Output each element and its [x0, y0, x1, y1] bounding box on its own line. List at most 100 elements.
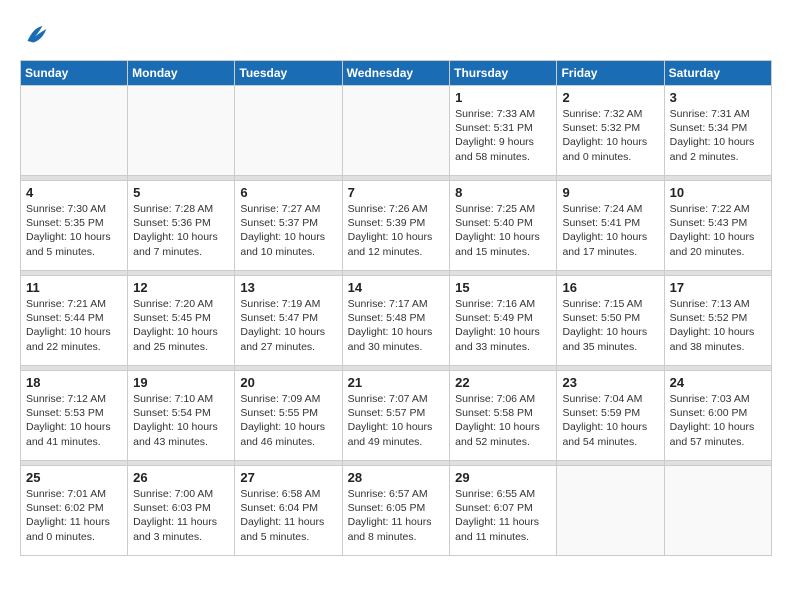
day-detail: Sunrise: 7:06 AM Sunset: 5:58 PM Dayligh… — [455, 392, 551, 449]
day-detail: Sunrise: 7:25 AM Sunset: 5:40 PM Dayligh… — [455, 202, 551, 259]
day-number: 5 — [133, 185, 229, 200]
day-detail: Sunrise: 7:12 AM Sunset: 5:53 PM Dayligh… — [26, 392, 122, 449]
day-number: 6 — [240, 185, 336, 200]
day-detail: Sunrise: 7:22 AM Sunset: 5:43 PM Dayligh… — [670, 202, 766, 259]
calendar-week-row: 4 Sunrise: 7:30 AM Sunset: 5:35 PM Daylig… — [21, 181, 772, 271]
day-number: 21 — [348, 375, 445, 390]
calendar-day-cell: 9 Sunrise: 7:24 AM Sunset: 5:41 PM Daylig… — [557, 181, 664, 271]
day-detail: Sunrise: 7:09 AM Sunset: 5:55 PM Dayligh… — [240, 392, 336, 449]
day-number: 4 — [26, 185, 122, 200]
day-detail: Sunrise: 7:16 AM Sunset: 5:49 PM Dayligh… — [455, 297, 551, 354]
day-detail: Sunrise: 7:04 AM Sunset: 5:59 PM Dayligh… — [562, 392, 658, 449]
day-number: 13 — [240, 280, 336, 295]
day-number: 19 — [133, 375, 229, 390]
day-number: 2 — [562, 90, 658, 105]
calendar-day-cell — [557, 466, 664, 556]
logo-bird-icon — [20, 20, 50, 50]
calendar-day-cell: 8 Sunrise: 7:25 AM Sunset: 5:40 PM Daylig… — [450, 181, 557, 271]
day-of-week-header: Sunday — [21, 61, 128, 86]
day-detail: Sunrise: 7:20 AM Sunset: 5:45 PM Dayligh… — [133, 297, 229, 354]
day-number: 17 — [670, 280, 766, 295]
calendar-day-cell: 23 Sunrise: 7:04 AM Sunset: 5:59 PM Dayli… — [557, 371, 664, 461]
calendar-day-cell: 6 Sunrise: 7:27 AM Sunset: 5:37 PM Daylig… — [235, 181, 342, 271]
day-detail: Sunrise: 6:55 AM Sunset: 6:07 PM Dayligh… — [455, 487, 551, 544]
day-detail: Sunrise: 7:27 AM Sunset: 5:37 PM Dayligh… — [240, 202, 336, 259]
day-detail: Sunrise: 7:07 AM Sunset: 5:57 PM Dayligh… — [348, 392, 445, 449]
calendar-day-cell — [342, 86, 450, 176]
calendar-day-cell: 25 Sunrise: 7:01 AM Sunset: 6:02 PM Dayli… — [21, 466, 128, 556]
day-detail: Sunrise: 7:28 AM Sunset: 5:36 PM Dayligh… — [133, 202, 229, 259]
day-detail: Sunrise: 7:15 AM Sunset: 5:50 PM Dayligh… — [562, 297, 658, 354]
calendar-day-cell: 3 Sunrise: 7:31 AM Sunset: 5:34 PM Daylig… — [664, 86, 771, 176]
calendar-day-cell: 20 Sunrise: 7:09 AM Sunset: 5:55 PM Dayli… — [235, 371, 342, 461]
calendar-week-row: 25 Sunrise: 7:01 AM Sunset: 6:02 PM Dayli… — [21, 466, 772, 556]
day-number: 8 — [455, 185, 551, 200]
day-of-week-header: Tuesday — [235, 61, 342, 86]
day-number: 26 — [133, 470, 229, 485]
day-detail: Sunrise: 7:26 AM Sunset: 5:39 PM Dayligh… — [348, 202, 445, 259]
day-number: 18 — [26, 375, 122, 390]
calendar-day-cell: 14 Sunrise: 7:17 AM Sunset: 5:48 PM Dayli… — [342, 276, 450, 366]
day-of-week-header: Wednesday — [342, 61, 450, 86]
calendar-day-cell: 1 Sunrise: 7:33 AM Sunset: 5:31 PM Daylig… — [450, 86, 557, 176]
day-number: 3 — [670, 90, 766, 105]
calendar-day-cell: 13Sunrise: 7:19 AM Sunset: 5:47 PM Dayli… — [235, 276, 342, 366]
day-detail: Sunrise: 6:58 AM Sunset: 6:04 PM Dayligh… — [240, 487, 336, 544]
day-number: 9 — [562, 185, 658, 200]
day-number: 1 — [455, 90, 551, 105]
calendar-day-cell: 22 Sunrise: 7:06 AM Sunset: 5:58 PM Dayli… — [450, 371, 557, 461]
calendar-week-row: 11 Sunrise: 7:21 AM Sunset: 5:44 PM Dayli… — [21, 276, 772, 366]
day-detail: Sunrise: 7:03 AM Sunset: 6:00 PM Dayligh… — [670, 392, 766, 449]
day-number: 15 — [455, 280, 551, 295]
day-number: 23 — [562, 375, 658, 390]
day-detail: Sunrise: 7:33 AM Sunset: 5:31 PM Dayligh… — [455, 107, 551, 164]
calendar-day-cell: 15 Sunrise: 7:16 AM Sunset: 5:49 PM Dayli… — [450, 276, 557, 366]
calendar-day-cell — [128, 86, 235, 176]
calendar-day-cell: 29 Sunrise: 6:55 AM Sunset: 6:07 PM Dayli… — [450, 466, 557, 556]
logo — [20, 20, 54, 50]
calendar-header-row: SundayMondayTuesdayWednesdayThursdayFrid… — [21, 61, 772, 86]
calendar-day-cell — [235, 86, 342, 176]
calendar-week-row: 1 Sunrise: 7:33 AM Sunset: 5:31 PM Daylig… — [21, 86, 772, 176]
day-of-week-header: Saturday — [664, 61, 771, 86]
day-number: 29 — [455, 470, 551, 485]
calendar-day-cell: 5 Sunrise: 7:28 AM Sunset: 5:36 PM Daylig… — [128, 181, 235, 271]
calendar-day-cell: 24Sunrise: 7:03 AM Sunset: 6:00 PM Dayli… — [664, 371, 771, 461]
day-number: 14 — [348, 280, 445, 295]
day-detail: Sunrise: 7:30 AM Sunset: 5:35 PM Dayligh… — [26, 202, 122, 259]
calendar-day-cell: 7 Sunrise: 7:26 AM Sunset: 5:39 PM Daylig… — [342, 181, 450, 271]
day-number: 11 — [26, 280, 122, 295]
calendar-week-row: 18 Sunrise: 7:12 AM Sunset: 5:53 PM Dayli… — [21, 371, 772, 461]
day-number: 27 — [240, 470, 336, 485]
calendar-day-cell: 18 Sunrise: 7:12 AM Sunset: 5:53 PM Dayli… — [21, 371, 128, 461]
day-detail: Sunrise: 7:10 AM Sunset: 5:54 PM Dayligh… — [133, 392, 229, 449]
day-number: 12 — [133, 280, 229, 295]
calendar-day-cell: 17 Sunrise: 7:13 AM Sunset: 5:52 PM Dayli… — [664, 276, 771, 366]
day-number: 16 — [562, 280, 658, 295]
calendar-day-cell: 2 Sunrise: 7:32 AM Sunset: 5:32 PM Daylig… — [557, 86, 664, 176]
day-detail: Sunrise: 7:00 AM Sunset: 6:03 PM Dayligh… — [133, 487, 229, 544]
day-detail: Sunrise: 7:13 AM Sunset: 5:52 PM Dayligh… — [670, 297, 766, 354]
day-number: 7 — [348, 185, 445, 200]
calendar-day-cell: 11 Sunrise: 7:21 AM Sunset: 5:44 PM Dayli… — [21, 276, 128, 366]
day-number: 20 — [240, 375, 336, 390]
day-detail: Sunrise: 6:57 AM Sunset: 6:05 PM Dayligh… — [348, 487, 445, 544]
day-number: 10 — [670, 185, 766, 200]
day-number: 28 — [348, 470, 445, 485]
calendar-day-cell: 21 Sunrise: 7:07 AM Sunset: 5:57 PM Dayli… — [342, 371, 450, 461]
calendar-day-cell: 16 Sunrise: 7:15 AM Sunset: 5:50 PM Dayli… — [557, 276, 664, 366]
calendar-day-cell: 19 Sunrise: 7:10 AM Sunset: 5:54 PM Dayli… — [128, 371, 235, 461]
day-number: 22 — [455, 375, 551, 390]
day-detail: Sunrise: 7:31 AM Sunset: 5:34 PM Dayligh… — [670, 107, 766, 164]
calendar-day-cell: 27 Sunrise: 6:58 AM Sunset: 6:04 PM Dayli… — [235, 466, 342, 556]
calendar-day-cell: 10 Sunrise: 7:22 AM Sunset: 5:43 PM Dayli… — [664, 181, 771, 271]
day-detail: Sunrise: 7:21 AM Sunset: 5:44 PM Dayligh… — [26, 297, 122, 354]
day-detail: Sunrise: 7:01 AM Sunset: 6:02 PM Dayligh… — [26, 487, 122, 544]
day-number: 25 — [26, 470, 122, 485]
day-detail: Sunrise: 7:17 AM Sunset: 5:48 PM Dayligh… — [348, 297, 445, 354]
day-detail: Sunrise: 7:24 AM Sunset: 5:41 PM Dayligh… — [562, 202, 658, 259]
calendar-day-cell: 12 Sunrise: 7:20 AM Sunset: 5:45 PM Dayli… — [128, 276, 235, 366]
calendar-day-cell: 26 Sunrise: 7:00 AM Sunset: 6:03 PM Dayli… — [128, 466, 235, 556]
day-detail: Sunrise: 7:32 AM Sunset: 5:32 PM Dayligh… — [562, 107, 658, 164]
day-of-week-header: Friday — [557, 61, 664, 86]
